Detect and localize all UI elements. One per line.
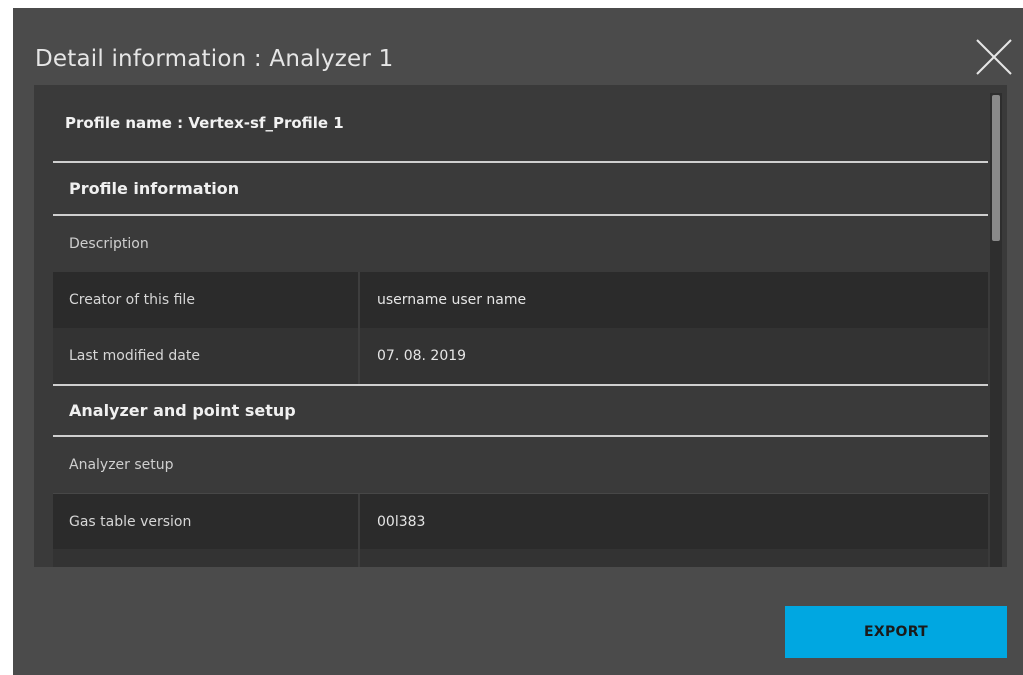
row-value: username user name [377,292,527,308]
row-value: 00l383 [377,513,426,530]
table-row: Gas table version 00l383 [53,493,988,549]
row-label: Last modified date [53,328,360,384]
detail-scroll-panel[interactable]: Profile name : Vertex-sf_Profile 1 Profi… [34,85,1007,567]
row-label: Gas table version [53,494,360,549]
table-row [53,549,988,567]
dialog-title: Detail information : Analyzer 1 [35,46,394,72]
detail-content: Profile name : Vertex-sf_Profile 1 Profi… [53,85,988,567]
row-value [360,549,988,567]
scrollbar-thumb[interactable] [992,95,1000,241]
detail-dialog: Detail information : Analyzer 1 Profile … [13,8,1023,675]
sub-header-description: Description [69,236,149,252]
close-icon [976,39,1012,75]
profile-name: Profile name : Vertex-sf_Profile 1 [53,85,988,163]
sub-header-analyzer-setup: Analyzer setup [69,457,174,473]
table-row: Creator of this file username user name [53,272,988,328]
export-button[interactable]: EXPORT [785,606,1007,658]
section-header-profile-information: Profile information [53,163,988,216]
close-button[interactable] [975,38,1013,76]
row-label [53,549,360,567]
row-value: 07. 08. 2019 [377,348,467,364]
table-row: Last modified date 07. 08. 2019 [53,328,988,384]
row-label: Creator of this file [53,272,360,328]
section-header-analyzer-point-setup: Analyzer and point setup [53,384,988,437]
